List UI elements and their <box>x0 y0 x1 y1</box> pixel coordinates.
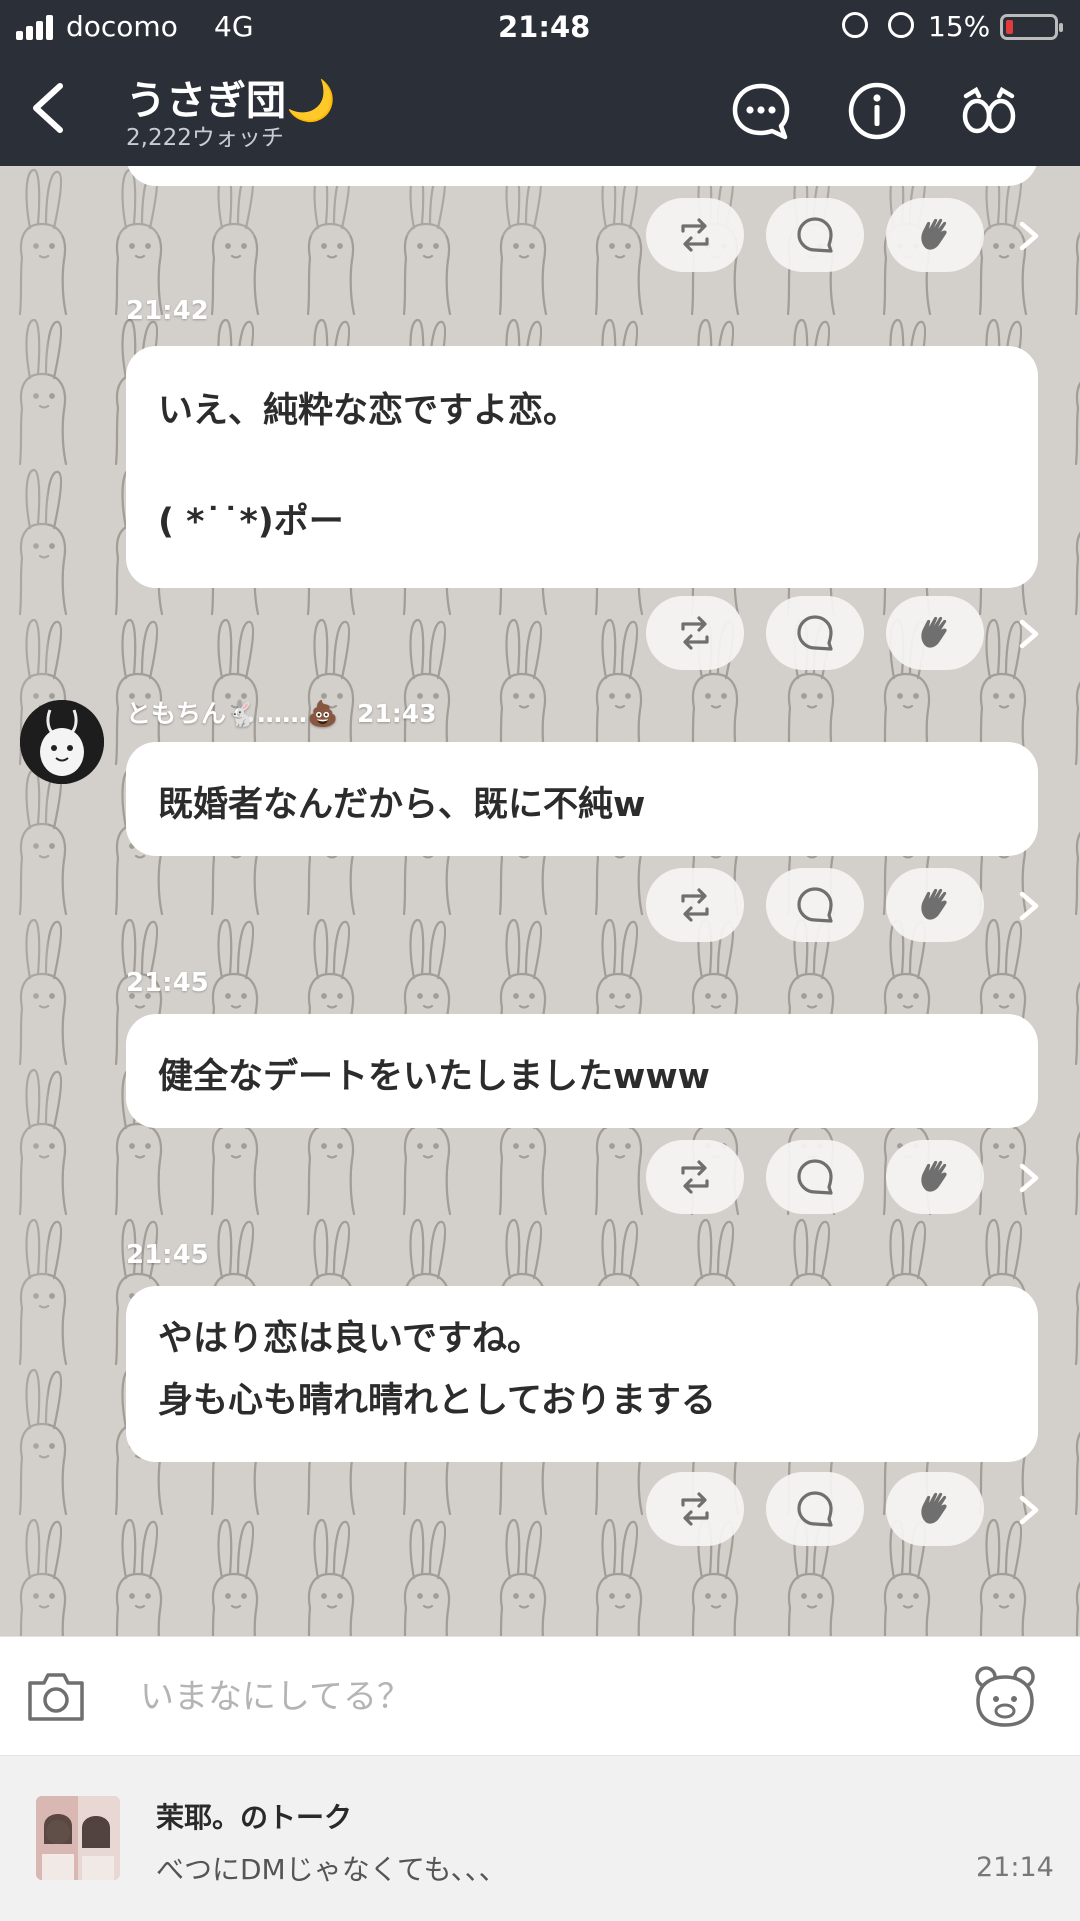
repost-icon <box>681 616 709 650</box>
repost-button[interactable] <box>646 1472 744 1546</box>
message-line: やはり恋は良いですね。 <box>158 1319 542 1359</box>
back-arrow-icon[interactable] <box>22 78 82 138</box>
talk-thumbnail-image <box>36 1796 120 1880</box>
clap-button[interactable] <box>886 868 984 942</box>
comment-icon <box>797 1491 833 1527</box>
clap-button[interactable] <box>886 596 984 670</box>
chat-bubble-icon[interactable] <box>730 80 792 142</box>
clap-icon <box>921 1492 947 1524</box>
message-line: 身も心も晴れ晴れとしておりまする <box>158 1381 716 1421</box>
clap-icon <box>921 218 947 250</box>
battery-icon <box>1000 14 1063 40</box>
sender-avatar[interactable] <box>20 700 104 784</box>
camera-icon[interactable] <box>26 1669 86 1723</box>
repost-icon <box>681 1160 709 1194</box>
repost-icon <box>681 1492 709 1526</box>
clap-button[interactable] <box>886 1472 984 1546</box>
network-type: 4G <box>214 10 254 43</box>
composer-bar <box>0 1636 1080 1755</box>
talk-preview-banner[interactable]: 茉耶。のトーク べつにDMじゃなくても、、、 21:14 <box>0 1755 1080 1921</box>
watch-count: 2,222ウォッチ <box>126 125 284 151</box>
message-bubble[interactable]: やはり恋は良いですね。 身も心も晴れ晴れとしておりまする <box>126 1286 1038 1462</box>
message-bubble[interactable]: いえ、純粋な恋ですよ恋。 ( *˙˙*)ポー <box>126 346 1038 588</box>
comment-button[interactable] <box>766 1472 864 1546</box>
talk-last-message: べつにDMじゃなくても、、、 <box>156 1853 507 1886</box>
top-bar: docomo 4G 21:48 15% うさぎ団🌙 2,222ウォッチ <box>0 0 1080 166</box>
repost-button[interactable] <box>646 596 744 670</box>
message-time: 21:42 <box>126 296 209 326</box>
carrier-name: docomo <box>66 10 178 43</box>
talk-thumbnail <box>36 1796 120 1880</box>
comment-icon <box>797 217 833 253</box>
alarm-icon <box>888 12 914 38</box>
message-bubble-previous[interactable] <box>126 166 1038 186</box>
comment-icon <box>797 1159 833 1195</box>
battery-percent: 15% <box>928 10 991 43</box>
talk-time: 21:14 <box>976 1852 1054 1883</box>
battery-level-fill <box>1006 20 1013 34</box>
chevron-right-icon[interactable] <box>1014 886 1044 926</box>
comment-button[interactable] <box>766 198 864 272</box>
repost-button[interactable] <box>646 868 744 942</box>
repost-icon <box>681 888 709 922</box>
info-icon[interactable] <box>846 80 908 142</box>
sticker-bear-icon[interactable] <box>970 1661 1040 1731</box>
clap-icon <box>921 1160 947 1192</box>
message-bubble[interactable]: 既婚者なんだから、既に不純w <box>126 742 1038 856</box>
status-bar: docomo 4G 21:48 15% <box>0 0 1080 52</box>
talk-title: 茉耶。のトーク <box>156 1801 353 1834</box>
message-line: いえ、純粋な恋ですよ恋。 <box>158 391 579 431</box>
message-actions <box>646 1472 1046 1546</box>
repost-icon <box>681 218 709 252</box>
clap-button[interactable] <box>886 198 984 272</box>
message-sender-line: ともちん🐇……💩 21:43 <box>126 694 437 730</box>
signal-strength-icon <box>16 14 56 40</box>
message-actions <box>646 596 1046 670</box>
comment-button[interactable] <box>766 1140 864 1214</box>
avatar-image <box>20 700 104 784</box>
rotation-lock-icon <box>842 12 868 38</box>
message-time: 21:43 <box>356 699 437 728</box>
message-line-blank <box>158 433 1006 475</box>
message-line: 既婚者なんだから、既に不純w <box>158 785 646 825</box>
message-line: ( *˙˙*)ポー <box>158 502 344 542</box>
comment-button[interactable] <box>766 596 864 670</box>
message-time: 21:45 <box>126 968 209 998</box>
message-actions <box>646 198 1046 272</box>
message-line: 健全なデートをいたしましたwww <box>158 1057 711 1097</box>
chevron-right-icon[interactable] <box>1014 216 1044 256</box>
repost-button[interactable] <box>646 198 744 272</box>
watch-eyes-icon[interactable] <box>958 80 1020 142</box>
message-actions <box>646 868 1046 942</box>
chevron-right-icon[interactable] <box>1014 1490 1044 1530</box>
chevron-right-icon[interactable] <box>1014 1158 1044 1198</box>
post-input[interactable] <box>138 1671 942 1723</box>
chat-timeline[interactable]: 21:42 いえ、純粋な恋ですよ恋。 ( *˙˙*)ポー ともちん🐇……💩 21… <box>0 166 1080 1636</box>
message-time: 21:45 <box>126 1240 209 1270</box>
message-bubble[interactable]: 健全なデートをいたしましたwww <box>126 1014 1038 1128</box>
status-clock: 21:48 <box>498 10 591 44</box>
repost-button[interactable] <box>646 1140 744 1214</box>
sender-name[interactable]: ともちん🐇……💩 <box>126 699 338 728</box>
comment-icon <box>797 887 833 923</box>
clap-icon <box>921 616 947 648</box>
message-actions <box>646 1140 1046 1214</box>
comment-icon <box>797 615 833 651</box>
clap-icon <box>921 888 947 920</box>
chevron-right-icon[interactable] <box>1014 614 1044 654</box>
clap-button[interactable] <box>886 1140 984 1214</box>
comment-button[interactable] <box>766 868 864 942</box>
